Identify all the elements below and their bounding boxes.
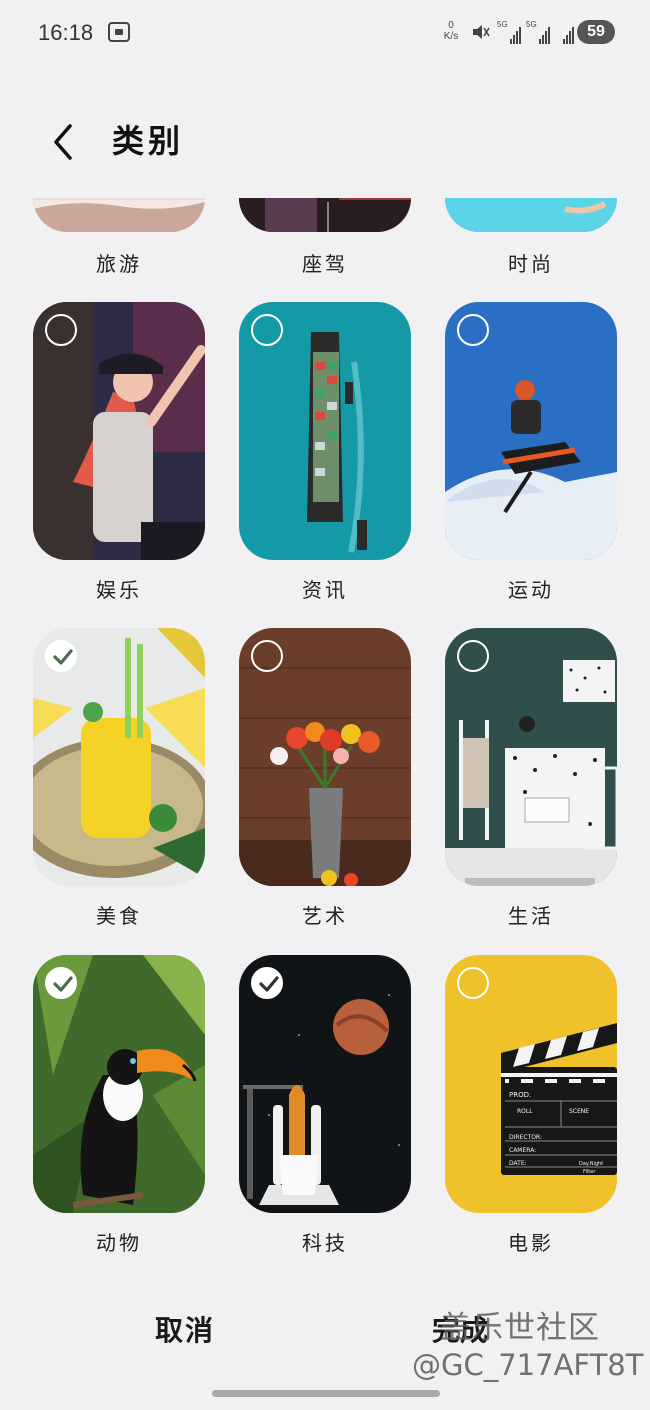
sim2-label: 5G [526, 20, 537, 29]
select-toggle-sports[interactable] [457, 314, 489, 346]
car-image [239, 198, 411, 232]
category-label-art: 艺术 [302, 904, 348, 928]
category-card-food[interactable] [33, 628, 205, 886]
select-toggle-art[interactable] [251, 640, 283, 672]
category-card-car[interactable] [239, 198, 411, 232]
category-card-tech[interactable] [239, 955, 411, 1213]
clapper-prod: PROD. [509, 1091, 531, 1099]
home-indicator[interactable] [212, 1390, 440, 1397]
category-card-sports[interactable] [445, 302, 617, 560]
category-label-sports: 运动 [508, 578, 554, 602]
category-label-animals: 动物 [96, 1231, 142, 1255]
category-label-entertainment: 娱乐 [96, 578, 142, 602]
select-toggle-entertainment[interactable] [45, 314, 77, 346]
clapper-filter: Filter [583, 1169, 596, 1175]
fashion-image [445, 198, 617, 232]
select-toggle-life[interactable] [457, 640, 489, 672]
back-button[interactable] [48, 120, 80, 164]
page-title: 类别 [112, 122, 185, 160]
select-toggle-animals[interactable] [45, 967, 77, 999]
check-icon [259, 976, 279, 992]
status-time: 16:18 [38, 20, 94, 45]
category-card-fashion[interactable] [445, 198, 617, 232]
clapper-roll: ROLL [517, 1108, 533, 1115]
category-card-animals[interactable] [33, 955, 205, 1213]
clapper-date: DATE: [509, 1160, 527, 1167]
net-speed-unit: K/s [443, 31, 459, 42]
network-speed: 0 K/s [440, 20, 462, 42]
sim1-signal-icon: 5G [497, 20, 521, 44]
watermark-user: @GC_717AFT8T [412, 1348, 644, 1382]
category-label-tech: 科技 [302, 1231, 348, 1255]
category-card-movie[interactable]: PROD. ROLL SCENE DIRECTOR: CAMERA: DATE:… [445, 955, 617, 1213]
sim1-label: 5G [497, 20, 508, 29]
travel-image [33, 198, 205, 232]
status-bar: 16:18 0 K/s 5G 5G 59 [0, 0, 650, 64]
net-speed-value: 0 [448, 20, 454, 31]
signal-icon [550, 20, 574, 44]
select-toggle-movie[interactable] [457, 967, 489, 999]
mute-icon [473, 25, 490, 39]
category-label-news: 资讯 [302, 578, 348, 602]
select-toggle-news[interactable] [251, 314, 283, 346]
category-label-travel: 旅游 [96, 252, 142, 276]
select-toggle-tech[interactable] [251, 967, 283, 999]
category-card-entertainment[interactable] [33, 302, 205, 560]
category-grid[interactable]: 旅游 座驾 时尚 娱乐 资讯 运动 美食 艺术 生活 动物 科技 PROD. R… [0, 198, 650, 1268]
clapper-scene: SCENE [569, 1108, 589, 1115]
cancel-button[interactable]: 取消 [110, 1306, 260, 1356]
select-toggle-food[interactable] [45, 640, 77, 672]
category-card-news[interactable] [239, 302, 411, 560]
screen-record-icon [108, 22, 130, 42]
battery-indicator: 59 [577, 20, 615, 44]
clapper-day-night: Day.Night [579, 1161, 603, 1167]
category-label-life: 生活 [508, 904, 554, 928]
sim2-signal-icon: 5G [526, 20, 550, 44]
category-label-fashion: 时尚 [508, 252, 554, 276]
category-label-movie: 电影 [508, 1231, 554, 1255]
check-icon [53, 649, 73, 665]
clapper-camera: CAMERA: [509, 1147, 536, 1154]
category-label-food: 美食 [96, 904, 142, 928]
watermark-site: 盖乐世社区 [440, 1310, 600, 1346]
category-card-art[interactable] [239, 628, 411, 886]
category-card-travel[interactable] [33, 198, 205, 232]
category-card-life[interactable] [445, 628, 617, 886]
category-label-car: 座驾 [302, 252, 348, 276]
clapper-director: DIRECTOR: [509, 1134, 542, 1141]
check-icon [53, 976, 73, 992]
